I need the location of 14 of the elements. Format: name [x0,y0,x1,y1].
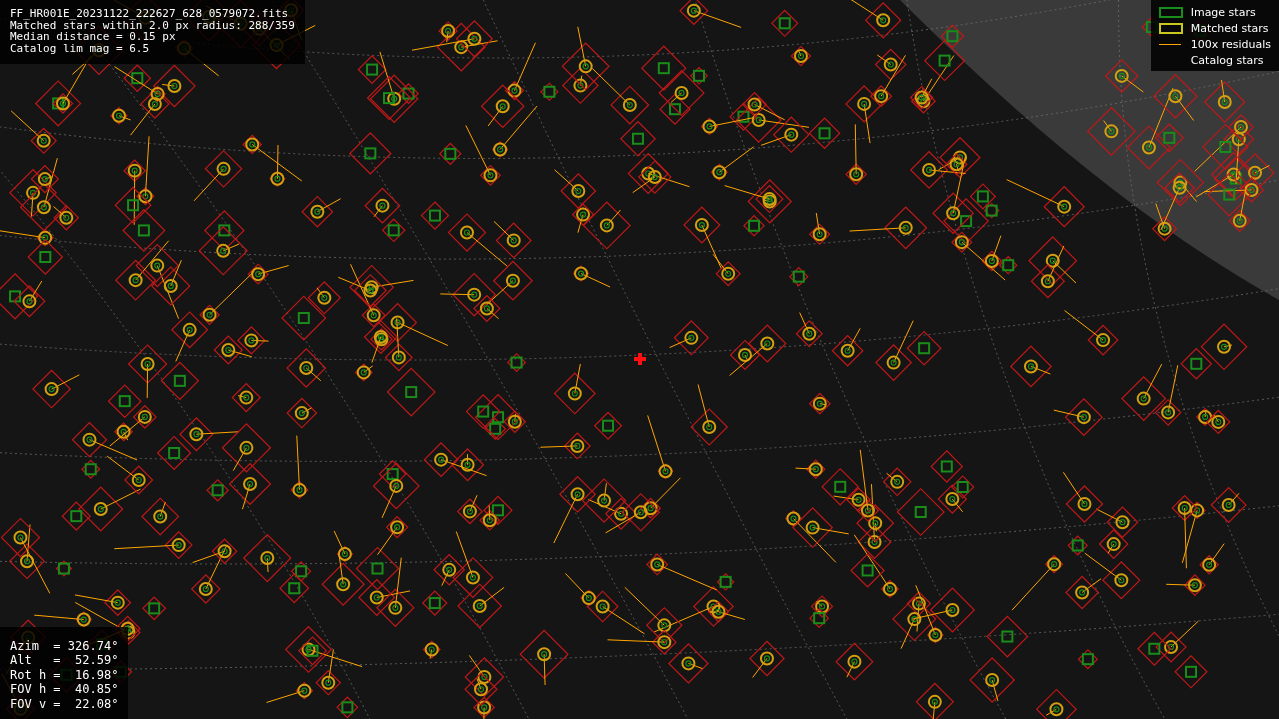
pointing-text: Azim = 326.74° [10,638,119,653]
pointing-text: Alt = 52.59° [10,653,119,668]
legend-label: Image stars [1190,6,1256,19]
pointing-text: FOV v = 22.08° [10,696,119,711]
info-text: FF_HR001E_20231122_222627_628_0579072.fits [10,8,290,20]
legend-label: Matched stars [1190,22,1269,35]
center-cross-icon [634,353,646,365]
legend-label: Catalog stars [1190,54,1264,67]
info-text: Median distance = 0.15 px [10,31,176,43]
legend-label: 100x residuals [1190,38,1271,51]
pointing-text: FOV h = 40.85° [10,682,119,697]
info-text: Catalog lim mag = 6.5 [10,42,151,54]
info-text: Matched stars within 2.0 px radius: 288/359 [10,19,295,31]
pointing-text: Rot h = 16.98° [10,667,119,682]
